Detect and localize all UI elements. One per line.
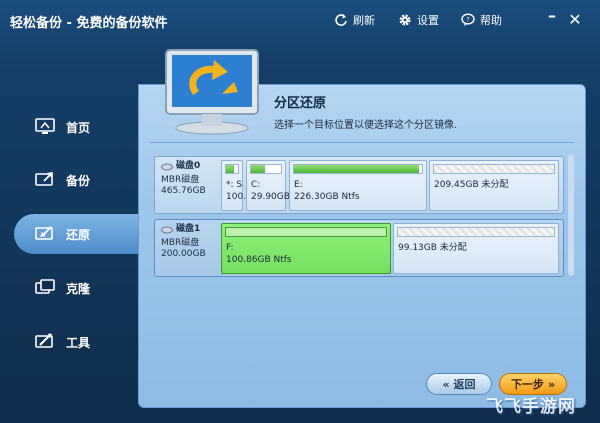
refresh-label: 刷新 [353,14,375,27]
page-description: 选择一个目标位置以便选择这个分区镜像. [274,120,458,131]
refresh-button[interactable]: 刷新 [334,12,375,28]
help-label: 帮助 [480,14,502,27]
disk-row[interactable]: 磁盘1 MBR磁盘 200.00GB F: 100.86GB Ntfs 99.13… [154,219,564,277]
partition-letter: E: [294,180,303,190]
partition-unallocated[interactable]: 99.13GB 未分配 [393,223,559,274]
sidebar-item-clone[interactable]: 克隆 [14,268,140,308]
refresh-icon [335,14,347,26]
monitor-home-icon [34,116,56,138]
partition-unallocated[interactable]: 209.45GB 未分配 [429,160,559,211]
disk-size: 465.76GB [161,186,206,196]
sidebar-item-label: 克隆 [66,281,91,296]
title-bar: 轻松备份 - 免费的备份软件 刷新 设置 ? 帮助 – ✕ [0,0,600,40]
disk-icon [161,163,173,170]
clone-icon [34,277,56,299]
partition-detail: 100.86GB Ntfs [226,255,292,265]
close-button[interactable]: ✕ [566,10,584,29]
partition-detail: 226.30GB Ntfs [294,192,360,202]
app-title: 轻松备份 - 免费的备份软件 [10,16,168,31]
sidebar-item-label: 工具 [66,335,91,350]
partition-f-selected[interactable]: F: 100.86GB Ntfs [221,223,391,274]
sidebar-item-tools[interactable]: 工具 [14,322,140,362]
sidebar-item-label: 备份 [66,173,91,188]
partition-letter: C: [251,180,261,190]
partition-c[interactable]: C: 29.90GB [246,160,290,211]
partition-system-reserved[interactable]: *: S 100. [221,160,247,211]
back-button[interactable]: « 返回 [426,373,492,395]
disk-info: 磁盘1 MBR磁盘 200.00GB [161,224,221,260]
partition-detail: 29.90GB [251,192,290,202]
partition-detail: 100. [226,192,247,202]
disk-icon [161,226,173,233]
settings-label: 设置 [417,14,439,27]
settings-button[interactable]: 设置 [398,12,439,28]
sidebar-item-label: 首页 [66,120,91,135]
help-bubble-icon: ? [461,13,475,26]
page-title: 分区还原 [274,96,327,111]
sidebar-item-home[interactable]: 首页 [14,107,140,147]
disk-row[interactable]: 磁盘0 MBR磁盘 465.76GB *: S 100. C: 29.90GB E:… [154,156,564,214]
back-label: 返回 [453,378,476,391]
partition-detail: 209.45GB 未分配 [434,180,509,190]
sidebar-item-backup[interactable]: 备份 [14,160,140,200]
gear-icon [399,14,411,26]
restore-icon [34,223,56,245]
divider [150,142,574,143]
double-chevron-left-icon: « [442,377,450,391]
disk-name: 磁盘1 [176,224,201,234]
sidebar-item-label: 还原 [66,227,91,242]
sidebar-item-restore[interactable]: 还原 [14,214,144,254]
disk-size: 200.00GB [161,249,206,259]
next-label: 下一步 [510,378,544,391]
app-window: 轻松备份 - 免费的备份软件 刷新 设置 ? 帮助 – ✕ 首页 备份 还原 克… [0,0,600,423]
partition-detail: 99.13GB 未分配 [398,243,467,253]
tools-icon [34,331,56,353]
partition-letter: F: [226,243,234,253]
disk-type: MBR磁盘 [161,238,200,248]
help-button[interactable]: ? 帮助 [461,12,502,28]
watermark: 飞飞手游网 [486,397,576,417]
backup-icon [34,169,56,191]
partition-letter: *: S [226,180,243,190]
disk-type: MBR磁盘 [161,175,200,185]
svg-text:?: ? [466,17,469,24]
minimize-button[interactable]: – [543,6,561,25]
double-chevron-right-icon: » [547,377,556,391]
disk-info: 磁盘0 MBR磁盘 465.76GB [161,161,221,197]
restore-monitor-illustration [156,48,266,138]
disk-name: 磁盘0 [176,161,201,171]
scrollbar[interactable] [568,154,574,276]
partition-e[interactable]: E: 226.30GB Ntfs [289,160,427,211]
